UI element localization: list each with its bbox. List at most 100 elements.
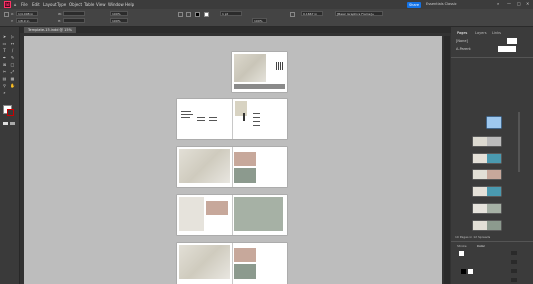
- page-thumb-spread[interactable]: [473, 221, 501, 230]
- menu-view[interactable]: View: [96, 2, 106, 7]
- page-thumb-spread[interactable]: [473, 187, 501, 196]
- apply-none-icon[interactable]: [10, 122, 15, 125]
- document-tab[interactable]: Template-15.indd @ 15%: [24, 27, 76, 33]
- spread-4[interactable]: [177, 195, 287, 235]
- tab-links[interactable]: Links: [492, 31, 501, 35]
- tab-pages[interactable]: Pages: [457, 31, 467, 35]
- pages-status: 10 Pages in 12 Spreads: [455, 235, 491, 239]
- free-transform-tool-icon[interactable]: ⤢: [10, 69, 15, 74]
- scale-field[interactable]: 0.1667 in: [301, 11, 323, 16]
- text-line: [253, 113, 260, 114]
- text-wrap-icon[interactable]: [290, 12, 295, 17]
- menu-window[interactable]: Window: [108, 2, 124, 7]
- color-row[interactable]: [456, 251, 520, 256]
- stroke-swatch-icon[interactable]: [204, 12, 209, 17]
- direct-selection-tool-icon[interactable]: ▷: [10, 34, 15, 39]
- scissors-tool-icon[interactable]: ✂: [2, 69, 7, 74]
- spread-3[interactable]: [177, 147, 287, 187]
- selection-tool-icon[interactable]: ➤: [2, 34, 7, 39]
- parent-none-label[interactable]: [None]: [456, 39, 468, 43]
- h-field[interactable]: [63, 18, 85, 23]
- home-icon[interactable]: ⌂: [14, 2, 17, 7]
- flip-horizontal-icon[interactable]: [178, 12, 183, 17]
- menu-layout[interactable]: Layout: [43, 2, 57, 7]
- rectangle-frame-tool-icon[interactable]: ⊠: [2, 62, 7, 67]
- stroke-weight-field[interactable]: 1 pt: [220, 11, 242, 16]
- spread-cover[interactable]: [232, 52, 287, 92]
- reference-point-icon[interactable]: [4, 12, 9, 17]
- white-swatch-icon[interactable]: [468, 269, 473, 274]
- spread-3-photo-left: [179, 149, 230, 183]
- eyedropper-tool-icon[interactable]: ⚲: [2, 83, 7, 88]
- gradient-tool-icon[interactable]: ▤: [2, 76, 7, 81]
- gap-tool-icon[interactable]: ↔: [10, 41, 15, 46]
- page-thumb-spread[interactable]: [473, 204, 501, 213]
- fill-color-icon[interactable]: [459, 251, 464, 256]
- page-thumb-spread[interactable]: [473, 137, 501, 146]
- w-field[interactable]: [63, 11, 85, 16]
- cover-footer-bar: [234, 84, 285, 89]
- fill-swatch-icon[interactable]: [195, 12, 200, 17]
- menu-help[interactable]: Help: [125, 2, 134, 7]
- indesign-logo-icon: Id: [4, 1, 11, 8]
- parent-none-thumb[interactable]: [507, 38, 517, 44]
- color-value-field[interactable]: [511, 269, 517, 273]
- black-swatch-icon[interactable]: [461, 269, 466, 274]
- tab-stroke[interactable]: Stroke: [457, 244, 467, 248]
- note-tool-icon[interactable]: ▦: [10, 76, 15, 81]
- color-value-field[interactable]: [511, 260, 517, 264]
- page-thumb-spread[interactable]: [473, 154, 501, 163]
- tab-layers[interactable]: Layers: [475, 31, 487, 35]
- vertical-scrollbar[interactable]: [444, 36, 450, 284]
- opacity-field[interactable]: 100%: [252, 18, 267, 23]
- pencil-tool-icon[interactable]: ✎: [10, 55, 15, 60]
- spread-5[interactable]: [177, 243, 287, 284]
- menu-edit[interactable]: Edit: [32, 2, 40, 7]
- minimize-button[interactable]: —: [507, 1, 511, 6]
- parent-a-thumb[interactable]: [498, 46, 516, 52]
- x-field[interactable]: 1/4.008 in: [16, 11, 38, 16]
- hand-tool-icon[interactable]: ✋: [10, 83, 15, 88]
- zoom-tool-icon[interactable]: ⌕: [2, 90, 7, 95]
- share-button[interactable]: Share: [407, 1, 421, 8]
- search-icon[interactable]: ⌕: [497, 1, 499, 6]
- spread-2[interactable]: [177, 99, 287, 139]
- menu-type[interactable]: Type: [57, 2, 66, 7]
- stroke-color-icon[interactable]: [7, 109, 14, 116]
- cover-swatch-grid: [276, 62, 284, 70]
- type-tool-icon[interactable]: T: [2, 48, 7, 53]
- menu-object[interactable]: Object: [69, 2, 82, 7]
- close-button[interactable]: ✕: [526, 1, 529, 6]
- color-value-field[interactable]: [511, 278, 517, 282]
- spread-3-spine: [232, 147, 233, 187]
- color-row[interactable]: [456, 278, 520, 283]
- scale-x-field[interactable]: 100%: [110, 11, 128, 16]
- spread-4-photo-right: [234, 197, 283, 231]
- text-line: [197, 120, 205, 121]
- color-row[interactable]: [456, 260, 520, 265]
- page-tool-icon[interactable]: ▭: [2, 41, 7, 46]
- text-line: [181, 117, 190, 118]
- spread-2-image: [235, 101, 247, 116]
- object-style-select[interactable]: [Basic Graphics Frame]+: [335, 11, 383, 16]
- pen-tool-icon[interactable]: ✒: [2, 55, 7, 60]
- rectangle-tool-icon[interactable]: □: [10, 62, 15, 67]
- scale-y-field[interactable]: 100%: [110, 18, 128, 23]
- maximize-button[interactable]: □: [517, 1, 521, 6]
- pages-scrollbar[interactable]: [518, 112, 520, 172]
- document-tab-bar: [20, 27, 451, 33]
- page-thumb-selected[interactable]: [487, 117, 501, 128]
- workspace-switcher[interactable]: Essentials Classic: [426, 2, 457, 6]
- menu-table[interactable]: Table: [84, 2, 94, 7]
- rotate-icon[interactable]: [186, 12, 191, 17]
- y-field[interactable]: 1/8.9 in: [16, 18, 38, 23]
- tab-color[interactable]: Color: [477, 244, 485, 248]
- parent-a-label[interactable]: A-Parent: [456, 47, 471, 51]
- apply-color-icon[interactable]: [3, 122, 8, 125]
- line-tool-icon[interactable]: /: [10, 48, 15, 53]
- color-value-field[interactable]: [511, 251, 517, 255]
- page-thumb-spread[interactable]: [473, 170, 501, 179]
- text-line: [253, 117, 260, 118]
- color-row[interactable]: [456, 269, 520, 274]
- menu-file[interactable]: File: [21, 2, 28, 7]
